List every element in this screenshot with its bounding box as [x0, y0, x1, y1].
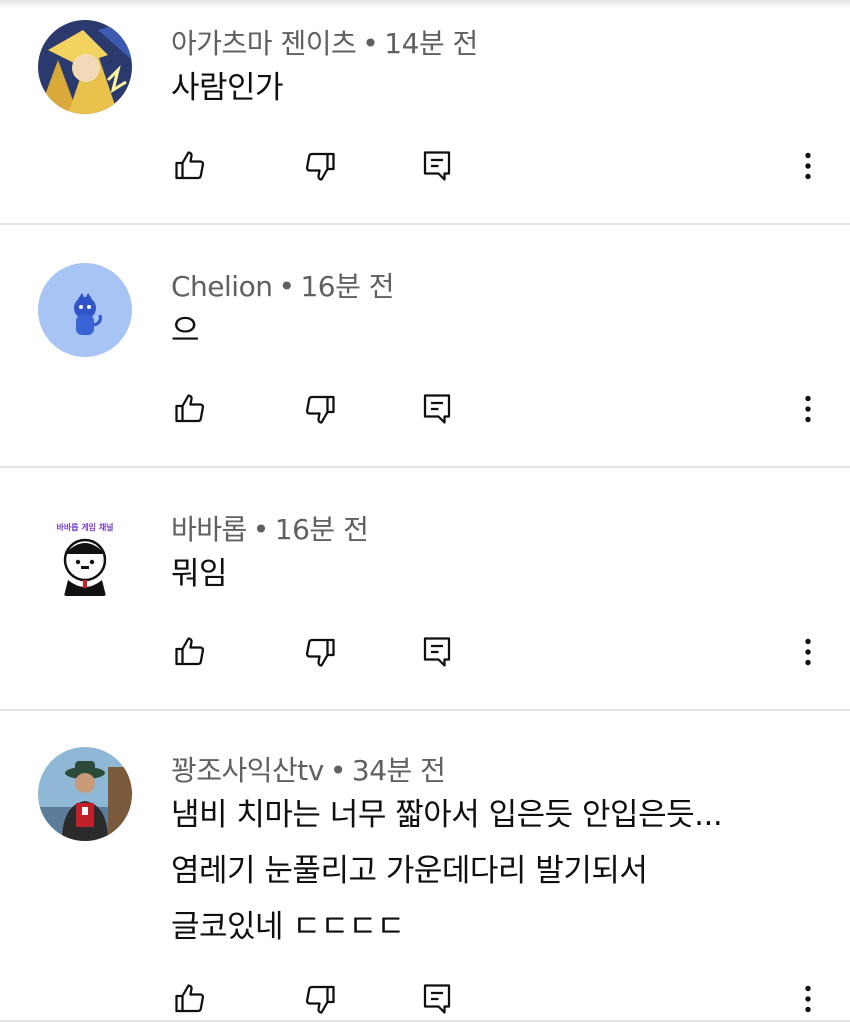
comment-meta: Chelion • 16분 전: [171, 265, 395, 305]
comment-text: 냄비 치마는 너무 짧아서 입은듯 안입은듯... 염레기 눈풀리고 가운데다리…: [171, 797, 723, 945]
comment-text: 사람인가: [171, 70, 284, 106]
reply-button[interactable]: [417, 146, 457, 186]
comment-meta: 바바롭 • 16분 전: [171, 508, 369, 548]
reply-button[interactable]: [417, 389, 457, 429]
thumbs-up-icon: [175, 984, 205, 1013]
dislike-button[interactable]: [300, 146, 340, 186]
comment-author[interactable]: 바바롭: [171, 513, 247, 546]
more-options-button[interactable]: [788, 979, 828, 1019]
comment-item: 아가츠마 젠이츠 • 14분 전 사람인가: [0, 0, 850, 225]
comment-meta: 아가츠마 젠이츠 • 14분 전: [171, 22, 478, 62]
thumbs-up-icon: [175, 394, 205, 423]
thumbs-up-icon: [175, 151, 205, 180]
reply-button[interactable]: [417, 632, 457, 672]
thumbs-up-icon: [175, 637, 205, 666]
thumbs-down-icon: [305, 395, 335, 424]
separator-dot: •: [252, 513, 270, 546]
avatar[interactable]: 바바롭 게임 채널: [38, 506, 132, 600]
reply-button[interactable]: [417, 979, 457, 1019]
like-button[interactable]: [170, 146, 210, 186]
dislike-button[interactable]: [300, 979, 340, 1019]
comment-text: 으: [171, 313, 200, 349]
more-vert-icon: [805, 395, 811, 423]
reply-icon: [423, 637, 451, 667]
comment-item: 바바롭 게임 채널 바바롭 • 16분 전 뭐임: [0, 468, 850, 711]
reply-icon: [423, 394, 451, 424]
comment-actions: [0, 632, 850, 672]
dislike-button[interactable]: [300, 389, 340, 429]
comment-time: 14분 전: [384, 27, 478, 60]
avatar-caption: 바바롭 게임 채널: [56, 522, 113, 532]
thumbs-down-icon: [305, 638, 335, 667]
like-button[interactable]: [170, 979, 210, 1019]
comment-author[interactable]: Chelion: [171, 270, 273, 303]
thumbs-down-icon: [305, 152, 335, 181]
more-vert-icon: [805, 638, 811, 666]
like-button[interactable]: [170, 389, 210, 429]
comment-text: 뭐임: [171, 556, 228, 592]
avatar[interactable]: [38, 20, 132, 114]
comment-time: 34분 전: [351, 754, 446, 787]
reply-icon: [423, 151, 451, 181]
more-vert-icon: [805, 985, 811, 1013]
dislike-button[interactable]: [300, 632, 340, 672]
more-options-button[interactable]: [788, 389, 828, 429]
separator-dot: •: [329, 754, 347, 787]
comment-time: 16분 전: [300, 270, 395, 303]
comment-actions: [0, 979, 850, 1019]
thumbs-down-icon: [305, 985, 335, 1014]
reply-icon: [423, 984, 451, 1014]
comment-author[interactable]: 꽝조사익산tv: [171, 754, 324, 787]
comment-time: 16분 전: [274, 513, 369, 546]
comment-actions: [0, 389, 850, 429]
avatar[interactable]: [38, 263, 132, 357]
comment-item: 꽝조사익산tv • 34분 전 냄비 치마는 너무 짧아서 입은듯 안입은듯... …: [0, 711, 850, 1022]
comment-meta: 꽝조사익산tv • 34분 전: [171, 749, 446, 789]
avatar[interactable]: [38, 747, 132, 841]
separator-dot: •: [362, 27, 379, 60]
more-options-button[interactable]: [788, 632, 828, 672]
separator-dot: •: [278, 270, 295, 303]
comment-actions: [0, 146, 850, 186]
more-vert-icon: [805, 152, 811, 180]
comment-item: Chelion • 16분 전 으: [0, 225, 850, 468]
comment-author[interactable]: 아가츠마 젠이츠: [171, 27, 357, 60]
like-button[interactable]: [170, 632, 210, 672]
more-options-button[interactable]: [788, 146, 828, 186]
